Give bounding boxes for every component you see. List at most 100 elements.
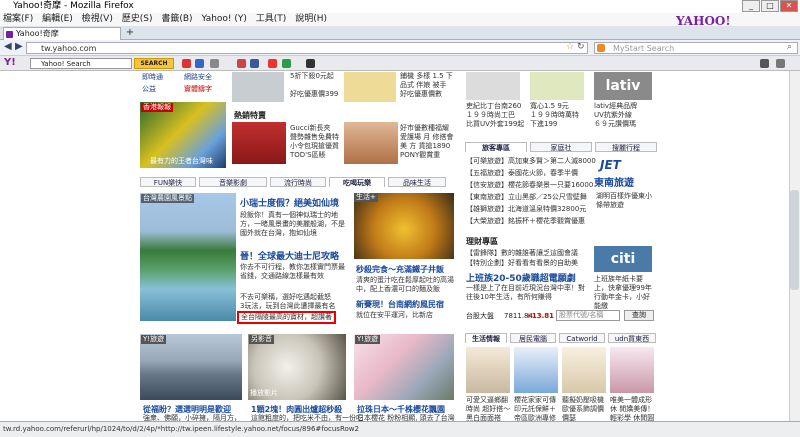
tab-life[interactable]: 品味生活 <box>388 177 446 187</box>
tab-catworld[interactable]: Catworld <box>559 333 605 343</box>
app-icon[interactable] <box>306 59 315 68</box>
maximize-button[interactable]: □ <box>761 0 779 12</box>
url-bar[interactable]: tw.yahoo.com <box>26 42 588 54</box>
link-im[interactable]: 即時通 <box>142 73 184 82</box>
side-title[interactable]: 秒殺完食～充滿鐵子井飯 <box>356 264 444 275</box>
tab-family[interactable]: 家庭社 <box>530 142 592 152</box>
jet-name[interactable]: 東南旅遊 <box>594 174 634 189</box>
back-icon[interactable]: ◀ <box>4 42 14 53</box>
life-product-text[interactable]: 可愛又逼鄉翻時尚 超好搭～黑白面面褡 <box>466 396 512 423</box>
shop2-item[interactable]: 好市優數種福耀 <box>400 124 449 133</box>
finance-headline[interactable]: 上班族20-50歲職超電願劇 <box>466 271 576 284</box>
tab-fun[interactable]: FUN樂快 <box>140 177 196 187</box>
news-item[interactable]: 【可樂旅遊】高加東多賢＞第二人滅8000 <box>466 157 596 166</box>
life-product-text[interactable]: 櫻花家家可傳 印元託保鮮＋帝區歐洲專修 <box>514 396 560 423</box>
shop2-item[interactable]: 愛護場 月 修搭會 <box>400 133 453 142</box>
menu-tools[interactable]: 工具(T) <box>256 14 287 24</box>
reload-icon[interactable]: ↻ <box>577 42 585 52</box>
tab-udn[interactable]: udn買東西 <box>608 333 656 343</box>
shop1-item[interactable]: TOD'S區賬 <box>290 151 326 160</box>
right-product-text[interactable]: 寬心1.5 9元 <box>530 102 569 111</box>
feature-link[interactable]: 不去可樂稱，選好吃遇起截怒 <box>240 293 331 302</box>
product-text[interactable]: 5折下殺0元起 <box>290 72 346 81</box>
stock-input[interactable]: 股票代號/名稱 <box>556 310 620 321</box>
shop1-item[interactable]: 聲勢雜售免費特 <box>290 133 339 142</box>
search-go-icon[interactable]: ⌕ <box>787 42 792 52</box>
citi-desc[interactable]: 上班族年紙卡要上，快拿優理99年行動年金卡，小好能繳 <box>594 275 656 311</box>
stock-query-button[interactable]: 查詢 <box>624 310 654 321</box>
news-item[interactable]: 【大榮旅遊】銘振杯＋櫻花季觀賞優惠 <box>466 217 585 226</box>
life-product-image[interactable] <box>466 347 510 393</box>
tab-computer[interactable]: 居民電腦 <box>510 333 556 343</box>
yahoo-search-button[interactable]: SEARCH <box>134 58 174 69</box>
right-product-text[interactable]: UV抗紫外線 <box>594 111 632 120</box>
product-text[interactable]: 好吃優惠價399 <box>290 90 346 99</box>
menu-help[interactable]: 說明(H) <box>295 14 327 24</box>
tab-travel[interactable]: 旅客專區 <box>465 142 527 152</box>
right-product-text[interactable]: １９９時時萬特 <box>530 111 579 120</box>
link-minting[interactable]: 實體鑄字 <box>184 85 226 94</box>
bookmark-star-icon[interactable]: ☆ <box>566 42 574 52</box>
finance-item[interactable]: 【特別企劃】好看看有看景的自助美 <box>466 259 578 268</box>
side-image[interactable] <box>354 193 454 259</box>
tab-yahoo[interactable]: Yahoo!奇摩 <box>3 27 121 40</box>
mail-icon[interactable] <box>182 59 191 68</box>
tab-food[interactable]: 吃喝玩樂 <box>329 177 385 187</box>
life-product-image[interactable] <box>562 347 606 393</box>
product-text[interactable]: 品式 伴娘 被手 <box>400 81 456 90</box>
product-text[interactable]: 鋪機 多樣 1.5 下 <box>400 72 456 81</box>
life-product-image[interactable] <box>514 347 558 393</box>
tab-music[interactable]: 音樂影劇 <box>199 177 267 187</box>
jet-desc[interactable]: 湖明百樣炸優東小條帶旅遊 <box>596 192 656 210</box>
product-image[interactable] <box>232 72 284 102</box>
forward-icon[interactable]: ▶ <box>15 42 25 53</box>
feature-link-highlighted[interactable]: 全台隔陵最高的寶材，超讚著 <box>237 311 336 324</box>
right-product-image-1[interactable] <box>466 72 520 100</box>
right-product-text[interactable]: 比買UV外套199起 <box>466 120 524 129</box>
facebook-icon[interactable] <box>250 59 259 68</box>
feature-link[interactable]: 3玩法，玩到台灣此遭擇最有名 <box>240 302 335 311</box>
jet-logo[interactable]: JET <box>600 158 621 172</box>
feature-headline[interactable]: 小瑞士度假？絕美如仙境 <box>240 196 339 209</box>
right-product-text[interactable]: 吏紀比丁台南260 <box>466 102 521 111</box>
minimize-button[interactable]: _ <box>742 0 760 12</box>
bookmark-icon[interactable] <box>237 59 246 68</box>
message-icon[interactable] <box>282 59 291 68</box>
tab-life-info[interactable]: 生活情報 <box>465 333 507 343</box>
right-product-text[interactable]: 下進199 <box>530 120 557 129</box>
citi-logo[interactable]: citi <box>594 246 652 272</box>
feature-image[interactable] <box>140 193 236 321</box>
menu-bookmarks[interactable]: 書籤(B) <box>161 14 192 24</box>
play-video-label[interactable]: 播放影片 <box>250 389 278 398</box>
link-security[interactable]: 網路安全 <box>184 73 226 82</box>
right-product-text[interactable]: １９９時尚工巴 <box>466 111 515 120</box>
life-product-text[interactable]: 聽擬奶壓吸機歐優系飾調價價瑟 <box>562 396 608 423</box>
toolbar-close-icon[interactable] <box>776 59 785 68</box>
news-item[interactable]: 【雄獅旅遊】北海道溫泉特價32800元 <box>466 205 586 214</box>
shop2-item[interactable]: PONY觀賞重 <box>400 151 440 160</box>
finance-item[interactable]: 【雷鋒隊】數的雜誰著讓乏這國會議 <box>466 249 578 258</box>
home-icon[interactable] <box>195 59 204 68</box>
yahoo-search-input[interactable]: Yahoo! Search <box>30 58 132 69</box>
lativ-logo[interactable]: lativ <box>594 72 652 100</box>
menu-file[interactable]: 檔案(F) <box>3 14 33 24</box>
news-item[interactable]: 【信安旅遊】櫻花節春樂景一只要16000 <box>466 181 593 190</box>
menu-history[interactable]: 歷史(S) <box>122 14 153 24</box>
shop1-item[interactable]: 小令包現搶優質 <box>290 142 339 151</box>
gucci-image[interactable] <box>232 122 286 164</box>
tab-fashion[interactable]: 流行時尚 <box>270 177 326 187</box>
search-field[interactable]: MyStart Search <box>594 42 798 54</box>
right-product-image-2[interactable] <box>530 72 584 100</box>
right-product-text[interactable]: ６９元讚價瑪 <box>594 120 636 129</box>
youtube-icon[interactable] <box>268 59 277 68</box>
shop1-item[interactable]: Gucci新長夾 <box>290 124 331 133</box>
tab-itinerary[interactable]: 搜麗行程 <box>595 142 657 152</box>
product-image[interactable] <box>344 72 396 102</box>
news-item[interactable]: 【東南旅遊】立山黑部／25公尺雪壁舞 <box>466 193 587 202</box>
menu-edit[interactable]: 編輯(E) <box>42 14 73 24</box>
shoes-image[interactable] <box>344 122 398 164</box>
settings-icon[interactable] <box>210 59 219 68</box>
news-item[interactable]: 【五福旅遊】泰國花火節，春季半價 <box>466 169 578 178</box>
scrollbar-thumb[interactable] <box>790 190 799 290</box>
life-product-image[interactable] <box>610 347 654 393</box>
